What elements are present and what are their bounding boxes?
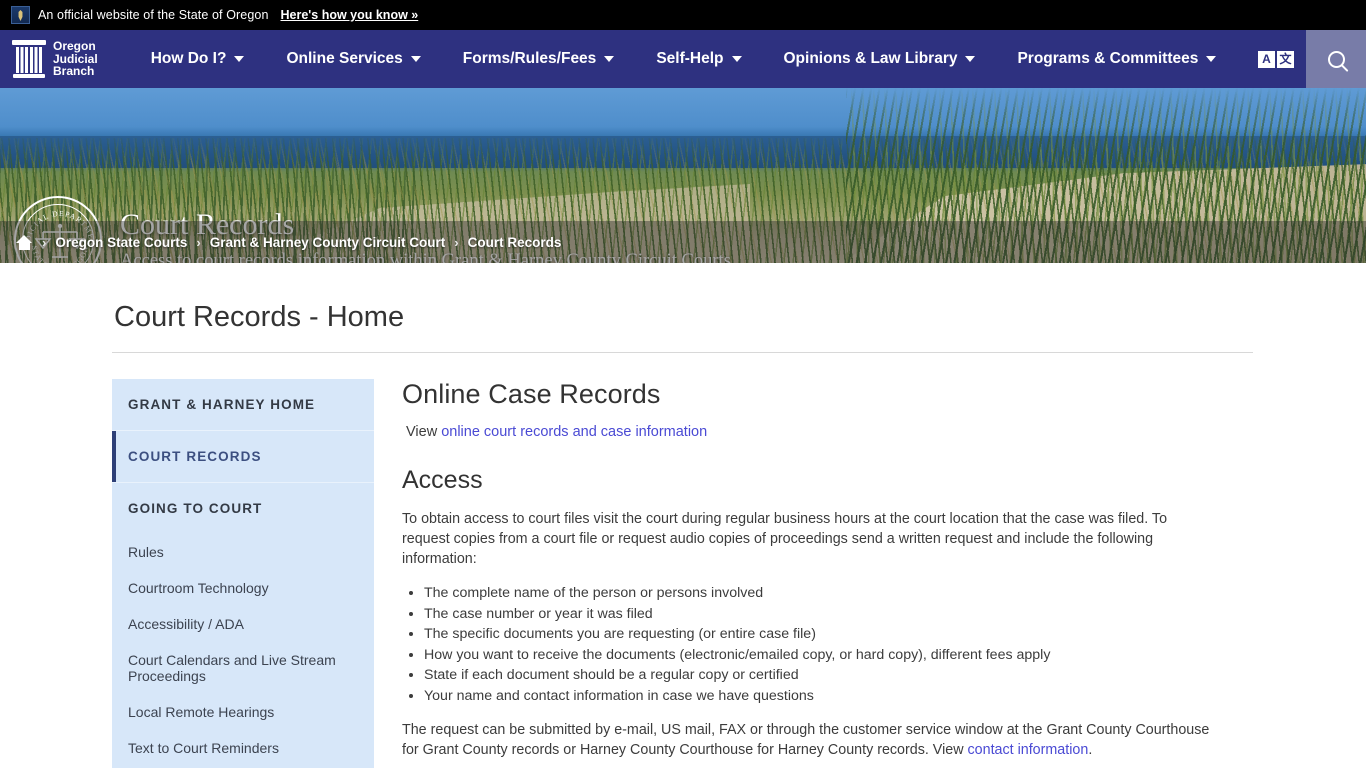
list-item: The case number or year it was filed (424, 604, 1254, 625)
nav-label: Self-Help (656, 50, 724, 67)
nav-item-how-do-i[interactable]: How Do I? (130, 30, 266, 88)
sidebar-link-rules[interactable]: Rules (112, 534, 374, 570)
nav-label: How Do I? (150, 50, 227, 67)
chevron-down-icon (410, 56, 421, 62)
list-item: The specific documents you are requestin… (424, 624, 1254, 645)
nav-label: Online Services (286, 50, 403, 67)
sidebar-section-grant-harney-home: GRANT & HARNEY HOME (112, 379, 374, 431)
online-case-records-line: View online court records and case infor… (406, 424, 1254, 440)
nav-right-tools: A 文 (1258, 30, 1366, 88)
sidebar-link-accessibility-ada[interactable]: Accessibility / ADA (112, 606, 374, 642)
nav-item-forms-rules-fees[interactable]: Forms/Rules/Fees (442, 30, 636, 88)
chevron-down-icon (965, 56, 976, 62)
sidebar-link-court-calendars-live-stream[interactable]: Court Calendars and Live Stream Proceedi… (112, 642, 374, 694)
home-icon[interactable] (16, 234, 33, 250)
search-button[interactable] (1306, 30, 1366, 88)
breadcrumb-separator: › (454, 234, 459, 250)
list-item: State if each document should be a regul… (424, 665, 1254, 686)
view-prefix: View (406, 424, 442, 440)
breadcrumb-separator: › (196, 234, 201, 250)
hero-banner: JUDICIAL DEPARTMENT STATE OF OREGON Cour… (0, 88, 1366, 263)
access-requirements-list: The complete name of the person or perso… (402, 583, 1254, 706)
sidebar-item-court-records[interactable]: COURT RECORDS (112, 431, 374, 482)
sidebar-link-local-remote-hearings[interactable]: Local Remote Hearings (112, 694, 374, 730)
nav-item-list: How Do I? Online Services Forms/Rules/Fe… (130, 30, 1238, 88)
search-icon (1327, 50, 1345, 68)
main-navigation: Oregon Judicial Branch How Do I? Online … (0, 30, 1366, 88)
sidebar-item-going-to-court[interactable]: GOING TO COURT (112, 483, 374, 534)
breadcrumb-separator: › (42, 234, 47, 250)
online-court-records-link[interactable]: online court records and case informatio… (441, 424, 707, 440)
nav-item-opinions-law-library[interactable]: Opinions & Law Library (763, 30, 997, 88)
closing-suffix: . (1088, 742, 1093, 758)
breadcrumb-item-oregon-state-courts[interactable]: Oregon State Courts (55, 235, 187, 250)
translate-icon-letter: A (1258, 50, 1275, 68)
nav-item-programs-committees[interactable]: Programs & Committees (996, 30, 1237, 88)
sidebar-link-courtroom-technology[interactable]: Courtroom Technology (112, 570, 374, 606)
access-paragraph: To obtain access to court files visit th… (402, 511, 1168, 567)
how-you-know-link[interactable]: Here's how you know » (281, 8, 419, 22)
nav-item-self-help[interactable]: Self-Help (635, 30, 762, 88)
official-banner-text: An official website of the State of Oreg… (38, 8, 269, 22)
breadcrumb: › Oregon State Courts › Grant & Harney C… (0, 221, 1366, 263)
main-content: Online Case Records View online court re… (374, 379, 1254, 768)
content-columns: GRANT & HARNEY HOME COURT RECORDS GOING … (112, 353, 1254, 768)
access-closing-paragraph: The request can be submitted by e-mail, … (402, 720, 1214, 760)
oregon-state-seal-icon (11, 6, 30, 24)
sidebar-link-text-to-court-reminders[interactable]: Text to Court Reminders (112, 730, 374, 766)
breadcrumb-item-court-records: Court Records (467, 234, 562, 250)
brand-line-1: Oregon (53, 39, 96, 54)
chevron-down-icon (1206, 56, 1217, 62)
list-item: How you want to receive the documents (e… (424, 645, 1254, 666)
nav-item-online-services[interactable]: Online Services (265, 30, 441, 88)
sidebar-section-going-to-court: GOING TO COURT Rules Courtroom Technolog… (112, 483, 374, 768)
sidebar-section-court-records: COURT RECORDS (112, 431, 374, 483)
list-item: Your name and contact information in cas… (424, 686, 1254, 707)
nav-label: Opinions & Law Library (783, 50, 958, 67)
online-case-records-heading: Online Case Records (402, 379, 661, 409)
page-title: Court Records - Home (114, 301, 405, 333)
contact-information-link[interactable]: contact information (968, 742, 1089, 758)
column-pillar-icon (12, 40, 46, 78)
translate-button[interactable]: A 文 (1258, 50, 1306, 68)
page-title-section: Court Records - Home (112, 263, 1254, 353)
list-item: The complete name of the person or perso… (424, 583, 1254, 604)
nav-label: Programs & Committees (1017, 50, 1199, 67)
chevron-down-icon (731, 56, 742, 62)
page-body: Court Records - Home GRANT & HARNEY HOME… (0, 263, 1366, 768)
translate-icon-glyph: 文 (1277, 50, 1294, 68)
nav-label: Forms/Rules/Fees (462, 50, 597, 67)
access-heading: Access (402, 466, 483, 494)
breadcrumb-item-grant-harney-circuit-court[interactable]: Grant & Harney County Circuit Court (210, 235, 446, 250)
official-state-banner: An official website of the State of Oreg… (0, 0, 1366, 30)
chevron-down-icon (604, 56, 615, 62)
brand-line-3: Branch (53, 64, 95, 79)
chevron-down-icon (234, 56, 245, 62)
sidebar-item-grant-harney-home[interactable]: GRANT & HARNEY HOME (112, 379, 374, 430)
sidebar: GRANT & HARNEY HOME COURT RECORDS GOING … (112, 379, 374, 768)
brand-text: Oregon Judicial Branch (53, 40, 98, 78)
brand-logo[interactable]: Oregon Judicial Branch (0, 30, 108, 88)
